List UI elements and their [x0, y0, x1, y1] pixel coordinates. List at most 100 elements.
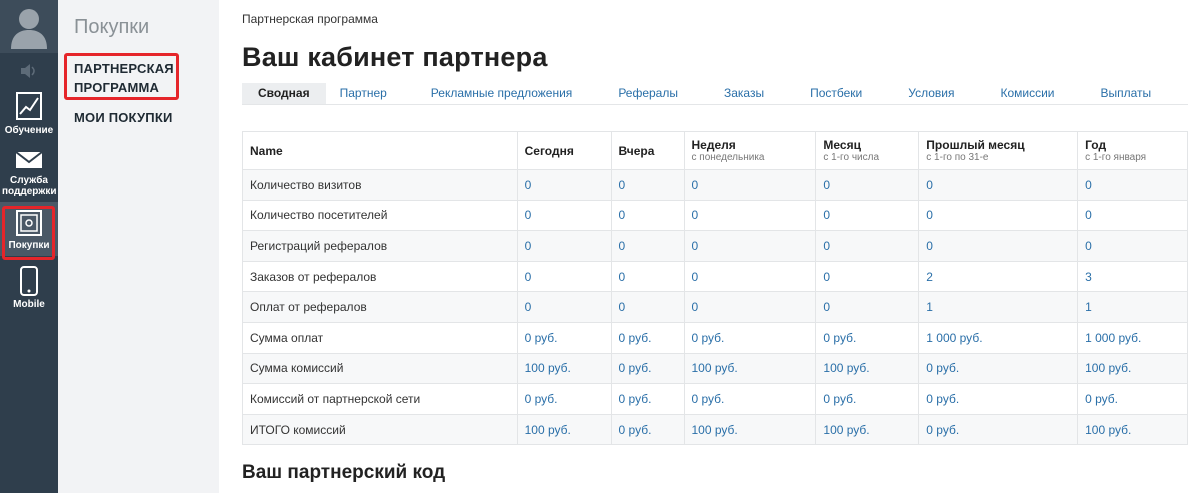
table-row: Заказов от рефералов 0 0 0 0 2 3 [242, 260, 1188, 293]
value-link[interactable]: 0 руб. [516, 383, 612, 415]
value-link[interactable]: 0 [683, 260, 817, 293]
value-link[interactable]: 0 руб. [610, 383, 685, 415]
mobile-icon [20, 266, 38, 296]
speaker-icon [21, 63, 35, 78]
tab-summary[interactable]: Сводная [242, 83, 326, 104]
value-link[interactable]: 0 [683, 169, 817, 201]
value-link[interactable]: 0 [610, 199, 685, 232]
value-link[interactable]: 0 [610, 230, 685, 262]
column-header: Name [242, 131, 518, 170]
value-link[interactable]: 100 руб. [1077, 352, 1188, 385]
value-link[interactable]: 2 [918, 260, 1079, 293]
value-link[interactable]: 0 [1077, 230, 1188, 262]
table-row: Сумма оплат 0 руб. 0 руб. 0 руб. 0 руб. 1 000… [242, 321, 1188, 354]
value-link[interactable]: 0 [683, 199, 817, 232]
value-link[interactable]: 1 000 руб. [1077, 321, 1188, 354]
value-link[interactable]: 0 [683, 291, 817, 323]
value-link[interactable]: 0 руб. [610, 352, 685, 385]
value-link[interactable]: 0 [516, 169, 612, 201]
rail-item-label: Mobile [13, 299, 45, 310]
stats-table: Name Сегодня Вчера Неделя с понедельника … [242, 131, 1188, 446]
rail-item-label: Обучение [4, 125, 54, 136]
value-link[interactable]: 0 руб. [683, 383, 817, 415]
tab-ad-offers[interactable]: Рекламные предложения [417, 83, 605, 104]
value-link[interactable]: 0 руб. [918, 383, 1079, 415]
value-link[interactable]: 0 [1077, 169, 1188, 201]
value-link[interactable]: 0 [815, 169, 920, 201]
sidebar-item-my-purchases[interactable]: МОИ ПОКУПКИ [74, 108, 173, 127]
value-link[interactable]: 1 [918, 291, 1079, 323]
value-link[interactable]: 0 [683, 230, 817, 262]
page-title: Ваш кабинет партнера [242, 42, 548, 72]
value-link[interactable]: 100 руб. [815, 352, 920, 385]
value-link[interactable]: 100 руб. [516, 352, 612, 385]
value-link[interactable]: 0 [610, 260, 685, 293]
value-link[interactable]: 0 [918, 199, 1079, 232]
column-header: Вчера [610, 131, 685, 170]
value-link[interactable]: 0 руб. [815, 321, 920, 354]
table-row: Количество посетителей 0 0 0 0 0 0 [242, 199, 1188, 232]
value-link[interactable]: 0 [815, 260, 920, 293]
user-icon [11, 8, 47, 49]
envelope-icon [15, 151, 43, 168]
table-row: Комиссий от партнерской сети 0 руб. 0 руб.… [242, 383, 1188, 415]
value-link[interactable]: 100 руб. [516, 413, 612, 446]
value-link[interactable]: 0 [815, 291, 920, 323]
column-header: Месяц с 1-го числа [815, 131, 920, 170]
column-header: Прошлый месяц с 1-го по 31-е [918, 131, 1079, 170]
row-label: Заказов от рефералов [242, 260, 518, 293]
column-header: Год с 1-го января [1077, 131, 1188, 170]
row-label: Количество посетителей [242, 199, 518, 232]
column-header: Неделя с понедельника [683, 131, 817, 170]
table-header-row: Name Сегодня Вчера Неделя с понедельника … [242, 131, 1188, 170]
row-label: ИТОГО комиссий [242, 413, 518, 446]
rail-item-mobile[interactable]: Mobile [0, 256, 58, 316]
tab-commissions[interactable]: Комиссии [986, 83, 1086, 104]
value-link[interactable]: 0 руб. [918, 352, 1079, 385]
value-link[interactable]: 0 [610, 291, 685, 323]
value-link[interactable]: 0 [516, 199, 612, 232]
breadcrumb[interactable]: Партнерская программа [242, 12, 378, 26]
tab-bar: Сводная Партнер Рекламные предложения Ре… [242, 83, 1188, 105]
value-link[interactable]: 0 [516, 230, 612, 262]
value-link[interactable]: 1 000 руб. [918, 321, 1079, 354]
value-link[interactable]: 0 руб. [815, 383, 920, 415]
value-link[interactable]: 0 [610, 169, 685, 201]
value-link[interactable]: 0 [918, 169, 1079, 201]
tab-partner[interactable]: Партнер [326, 83, 417, 104]
tab-conditions[interactable]: Условия [894, 83, 986, 104]
value-link[interactable]: 0 [815, 230, 920, 262]
avatar[interactable] [0, 0, 58, 53]
sound-toggle[interactable] [0, 53, 58, 88]
value-link[interactable]: 0 [516, 260, 612, 293]
value-link[interactable]: 0 руб. [610, 413, 685, 446]
value-link[interactable]: 0 [1077, 199, 1188, 232]
value-link[interactable]: 0 руб. [610, 321, 685, 354]
value-link[interactable]: 0 руб. [683, 321, 817, 354]
table-row: ИТОГО комиссий 100 руб. 0 руб. 100 руб. 100 … [242, 413, 1188, 446]
value-link[interactable]: 0 [815, 199, 920, 232]
table-row: Оплат от рефералов 0 0 0 0 1 1 [242, 291, 1188, 323]
table-row: Количество визитов 0 0 0 0 0 0 [242, 169, 1188, 201]
value-link[interactable]: 1 [1077, 291, 1188, 323]
value-link[interactable]: 100 руб. [1077, 413, 1188, 446]
row-label: Сумма комиссий [242, 352, 518, 385]
value-link[interactable]: 0 [918, 230, 1079, 262]
value-link[interactable]: 100 руб. [815, 413, 920, 446]
rail-item-label: Служба поддержки [2, 175, 57, 197]
section-title: Ваш партнерский код [242, 462, 446, 483]
rail-item-support[interactable]: Служба поддержки [0, 144, 58, 202]
tab-payouts[interactable]: Выплаты [1087, 83, 1166, 104]
value-link[interactable]: 100 руб. [683, 352, 817, 385]
tab-postbacks[interactable]: Постбеки [796, 83, 894, 104]
row-label: Комиссий от партнерской сети [242, 383, 518, 415]
value-link[interactable]: 0 руб. [918, 413, 1079, 446]
value-link[interactable]: 0 руб. [516, 321, 612, 354]
tab-referrals[interactable]: Рефералы [604, 83, 710, 104]
value-link[interactable]: 0 [516, 291, 612, 323]
rail-item-learning[interactable]: Обучение [0, 88, 58, 144]
value-link[interactable]: 3 [1077, 260, 1188, 293]
value-link[interactable]: 0 руб. [1077, 383, 1188, 415]
tab-orders[interactable]: Заказы [710, 83, 796, 104]
value-link[interactable]: 100 руб. [683, 413, 817, 446]
